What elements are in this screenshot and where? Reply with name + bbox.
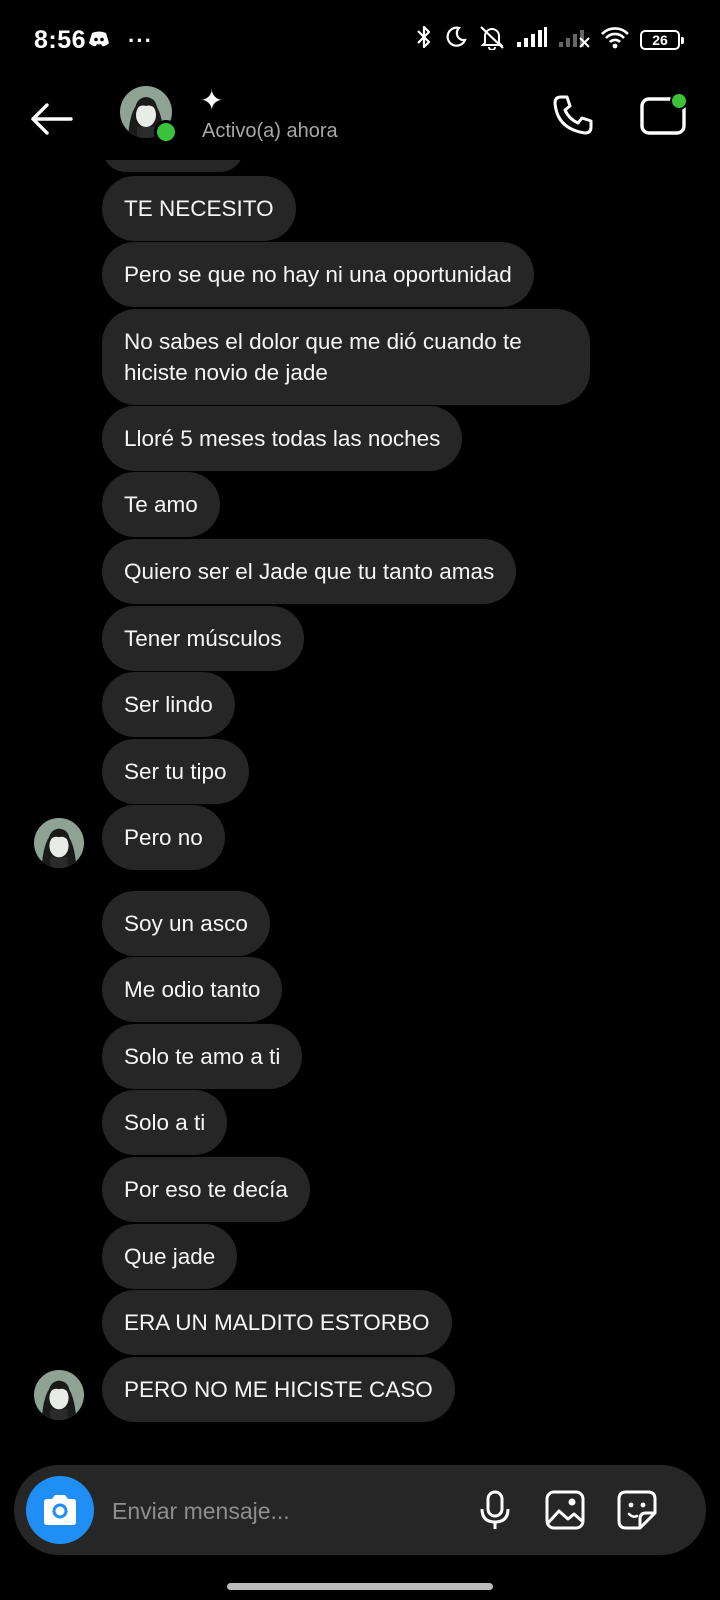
sender-avatar[interactable] bbox=[34, 1370, 84, 1420]
message-bubble[interactable]: Que jade bbox=[102, 1224, 238, 1289]
message-bubble[interactable]: Me odio tanto bbox=[102, 957, 283, 1022]
contact-name[interactable]: ✦ bbox=[200, 84, 223, 117]
presence-status: Activo(a) ahora bbox=[202, 120, 338, 142]
video-active-indicator bbox=[670, 92, 688, 110]
status-left-icons: ··· bbox=[88, 28, 153, 54]
sticker-button[interactable] bbox=[614, 1487, 660, 1533]
back-button[interactable] bbox=[26, 94, 76, 144]
message-bubble[interactable]: Pero se que no hay ni una oportunidad bbox=[102, 242, 534, 307]
message-bubble[interactable]: Ser tu tipo bbox=[102, 739, 249, 804]
message-bubble[interactable]: Por eso te decía bbox=[102, 1157, 310, 1222]
message-bubble[interactable]: Solo te amo a ti bbox=[102, 1024, 303, 1089]
battery-level: 26 bbox=[652, 31, 668, 48]
camera-button[interactable] bbox=[26, 1476, 94, 1544]
message-bubble[interactable]: Ser lindo bbox=[102, 672, 235, 737]
message-bubble[interactable]: TE NECESITO bbox=[102, 176, 296, 241]
back-arrow-icon bbox=[31, 103, 73, 135]
message-bubble[interactable]: Pero no bbox=[102, 805, 225, 870]
video-call-button[interactable] bbox=[636, 90, 692, 140]
status-bar: 8:56 ··· 26 bbox=[0, 0, 720, 80]
battery-icon: 26 bbox=[640, 29, 684, 50]
message-bubble[interactable]: Soy un asco bbox=[102, 891, 270, 956]
message-list[interactable]: TE NECESITO Pero se que no hay ni una opo… bbox=[0, 160, 720, 1445]
message-bubble[interactable]: No sabes el dolor que me dió cuando te h… bbox=[102, 309, 590, 405]
sender-avatar[interactable] bbox=[34, 818, 84, 868]
message-bubble-partial bbox=[102, 160, 244, 172]
voice-message-button[interactable] bbox=[472, 1487, 518, 1533]
wifi-icon bbox=[600, 25, 630, 54]
silent-icon bbox=[478, 24, 506, 55]
message-composer bbox=[14, 1465, 706, 1555]
microphone-icon bbox=[480, 1490, 510, 1529]
image-icon bbox=[545, 1490, 585, 1530]
voice-call-button[interactable] bbox=[548, 90, 598, 140]
gallery-button[interactable] bbox=[542, 1487, 588, 1533]
discord-icon bbox=[88, 30, 110, 53]
overflow-dots: ··· bbox=[128, 28, 153, 53]
no-signal-icon bbox=[558, 26, 590, 53]
status-right-icons: 26 bbox=[414, 24, 684, 55]
message-bubble[interactable]: Te amo bbox=[102, 472, 220, 537]
signal-icon bbox=[516, 26, 548, 53]
chat-header: ✦ Activo(a) ahora bbox=[0, 80, 720, 172]
camera-icon bbox=[44, 1495, 76, 1525]
phone-icon bbox=[553, 95, 593, 135]
message-bubble[interactable]: Solo a ti bbox=[102, 1090, 228, 1155]
message-input[interactable] bbox=[110, 1487, 454, 1535]
message-bubble[interactable]: Quiero ser el Jade que tu tanto amas bbox=[102, 539, 517, 604]
message-bubble[interactable]: Tener músculos bbox=[102, 606, 304, 671]
home-indicator[interactable] bbox=[227, 1583, 493, 1590]
moon-icon bbox=[444, 25, 468, 54]
sticker-icon bbox=[617, 1490, 657, 1530]
message-bubble[interactable]: PERO NO ME HICISTE CASO bbox=[102, 1357, 455, 1422]
online-indicator bbox=[154, 120, 178, 144]
message-bubble[interactable]: Lloré 5 meses todas las noches bbox=[102, 406, 463, 471]
bluetooth-icon bbox=[414, 24, 434, 55]
status-time: 8:56 bbox=[34, 26, 87, 54]
message-bubble[interactable]: ERA UN MALDITO ESTORBO bbox=[102, 1290, 452, 1355]
